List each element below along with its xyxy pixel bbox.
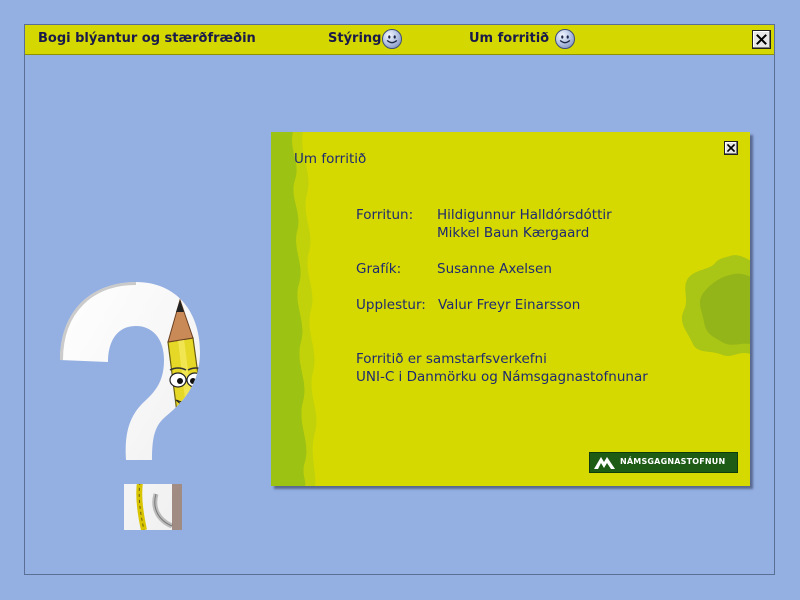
about-dialog: Um forritið Forritun: Hildigunnur Halldó…	[271, 132, 750, 486]
credit-role-programming: Forritun:	[356, 207, 414, 223]
collaboration-note: Forritið er samstarfsverkefni	[356, 351, 547, 367]
about-menu-label[interactable]: Um forritið	[469, 31, 549, 46]
credit-name: Susanne Axelsen	[437, 261, 552, 277]
publisher-logo[interactable]: NÁMSGAGNASTOFNUN	[589, 452, 738, 473]
controls-menu-label[interactable]: Stýring	[328, 31, 381, 46]
credit-name: Valur Freyr Einarsson	[438, 297, 581, 313]
credit-name: Mikkel Baun Kærgaard	[437, 225, 590, 241]
collaboration-note: UNI-C i Danmörku og Námsgagnastofnunar	[356, 369, 648, 385]
credit-role-narration: Upplestur:	[356, 297, 426, 313]
smiley-face-icon[interactable]	[382, 29, 402, 49]
menu-bar: Bogi blýantur og stærðfræðin Stýring Um …	[25, 25, 774, 55]
credit-name: Hildigunnur Halldórsdóttir	[437, 207, 612, 223]
publisher-emblem-icon	[594, 457, 615, 469]
dialog-close-button[interactable]	[724, 141, 738, 155]
app-title: Bogi blýantur og stærðfræðin	[38, 31, 256, 46]
dialog-edge-decoration	[271, 132, 317, 486]
question-mark-pencil-illustration	[60, 282, 210, 532]
publisher-name: NÁMSGAGNASTOFNUN	[620, 457, 726, 466]
app-close-button[interactable]	[752, 30, 771, 49]
dialog-blob-decoration	[681, 255, 750, 356]
credit-role-graphics: Grafík:	[356, 261, 402, 277]
dialog-title: Um forritið	[294, 151, 367, 167]
smiley-face-icon[interactable]	[555, 29, 575, 49]
